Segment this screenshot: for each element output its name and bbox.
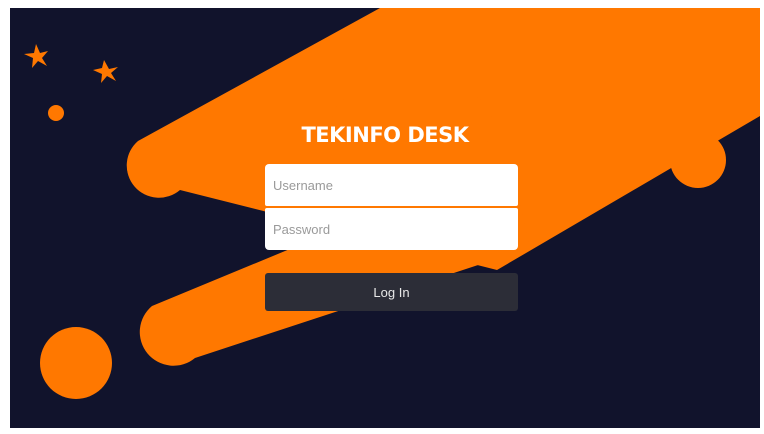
app-title: TEKINFO DESK xyxy=(301,123,469,147)
password-input[interactable] xyxy=(265,208,518,250)
star-icon xyxy=(24,44,48,68)
star-icon xyxy=(93,60,118,83)
login-form: Log In xyxy=(265,164,518,311)
circle-icon xyxy=(40,327,112,399)
dot-icon xyxy=(48,105,64,121)
login-screen: TEKINFO DESK Log In xyxy=(10,8,760,428)
login-button[interactable]: Log In xyxy=(265,273,518,311)
username-input[interactable] xyxy=(265,164,518,206)
